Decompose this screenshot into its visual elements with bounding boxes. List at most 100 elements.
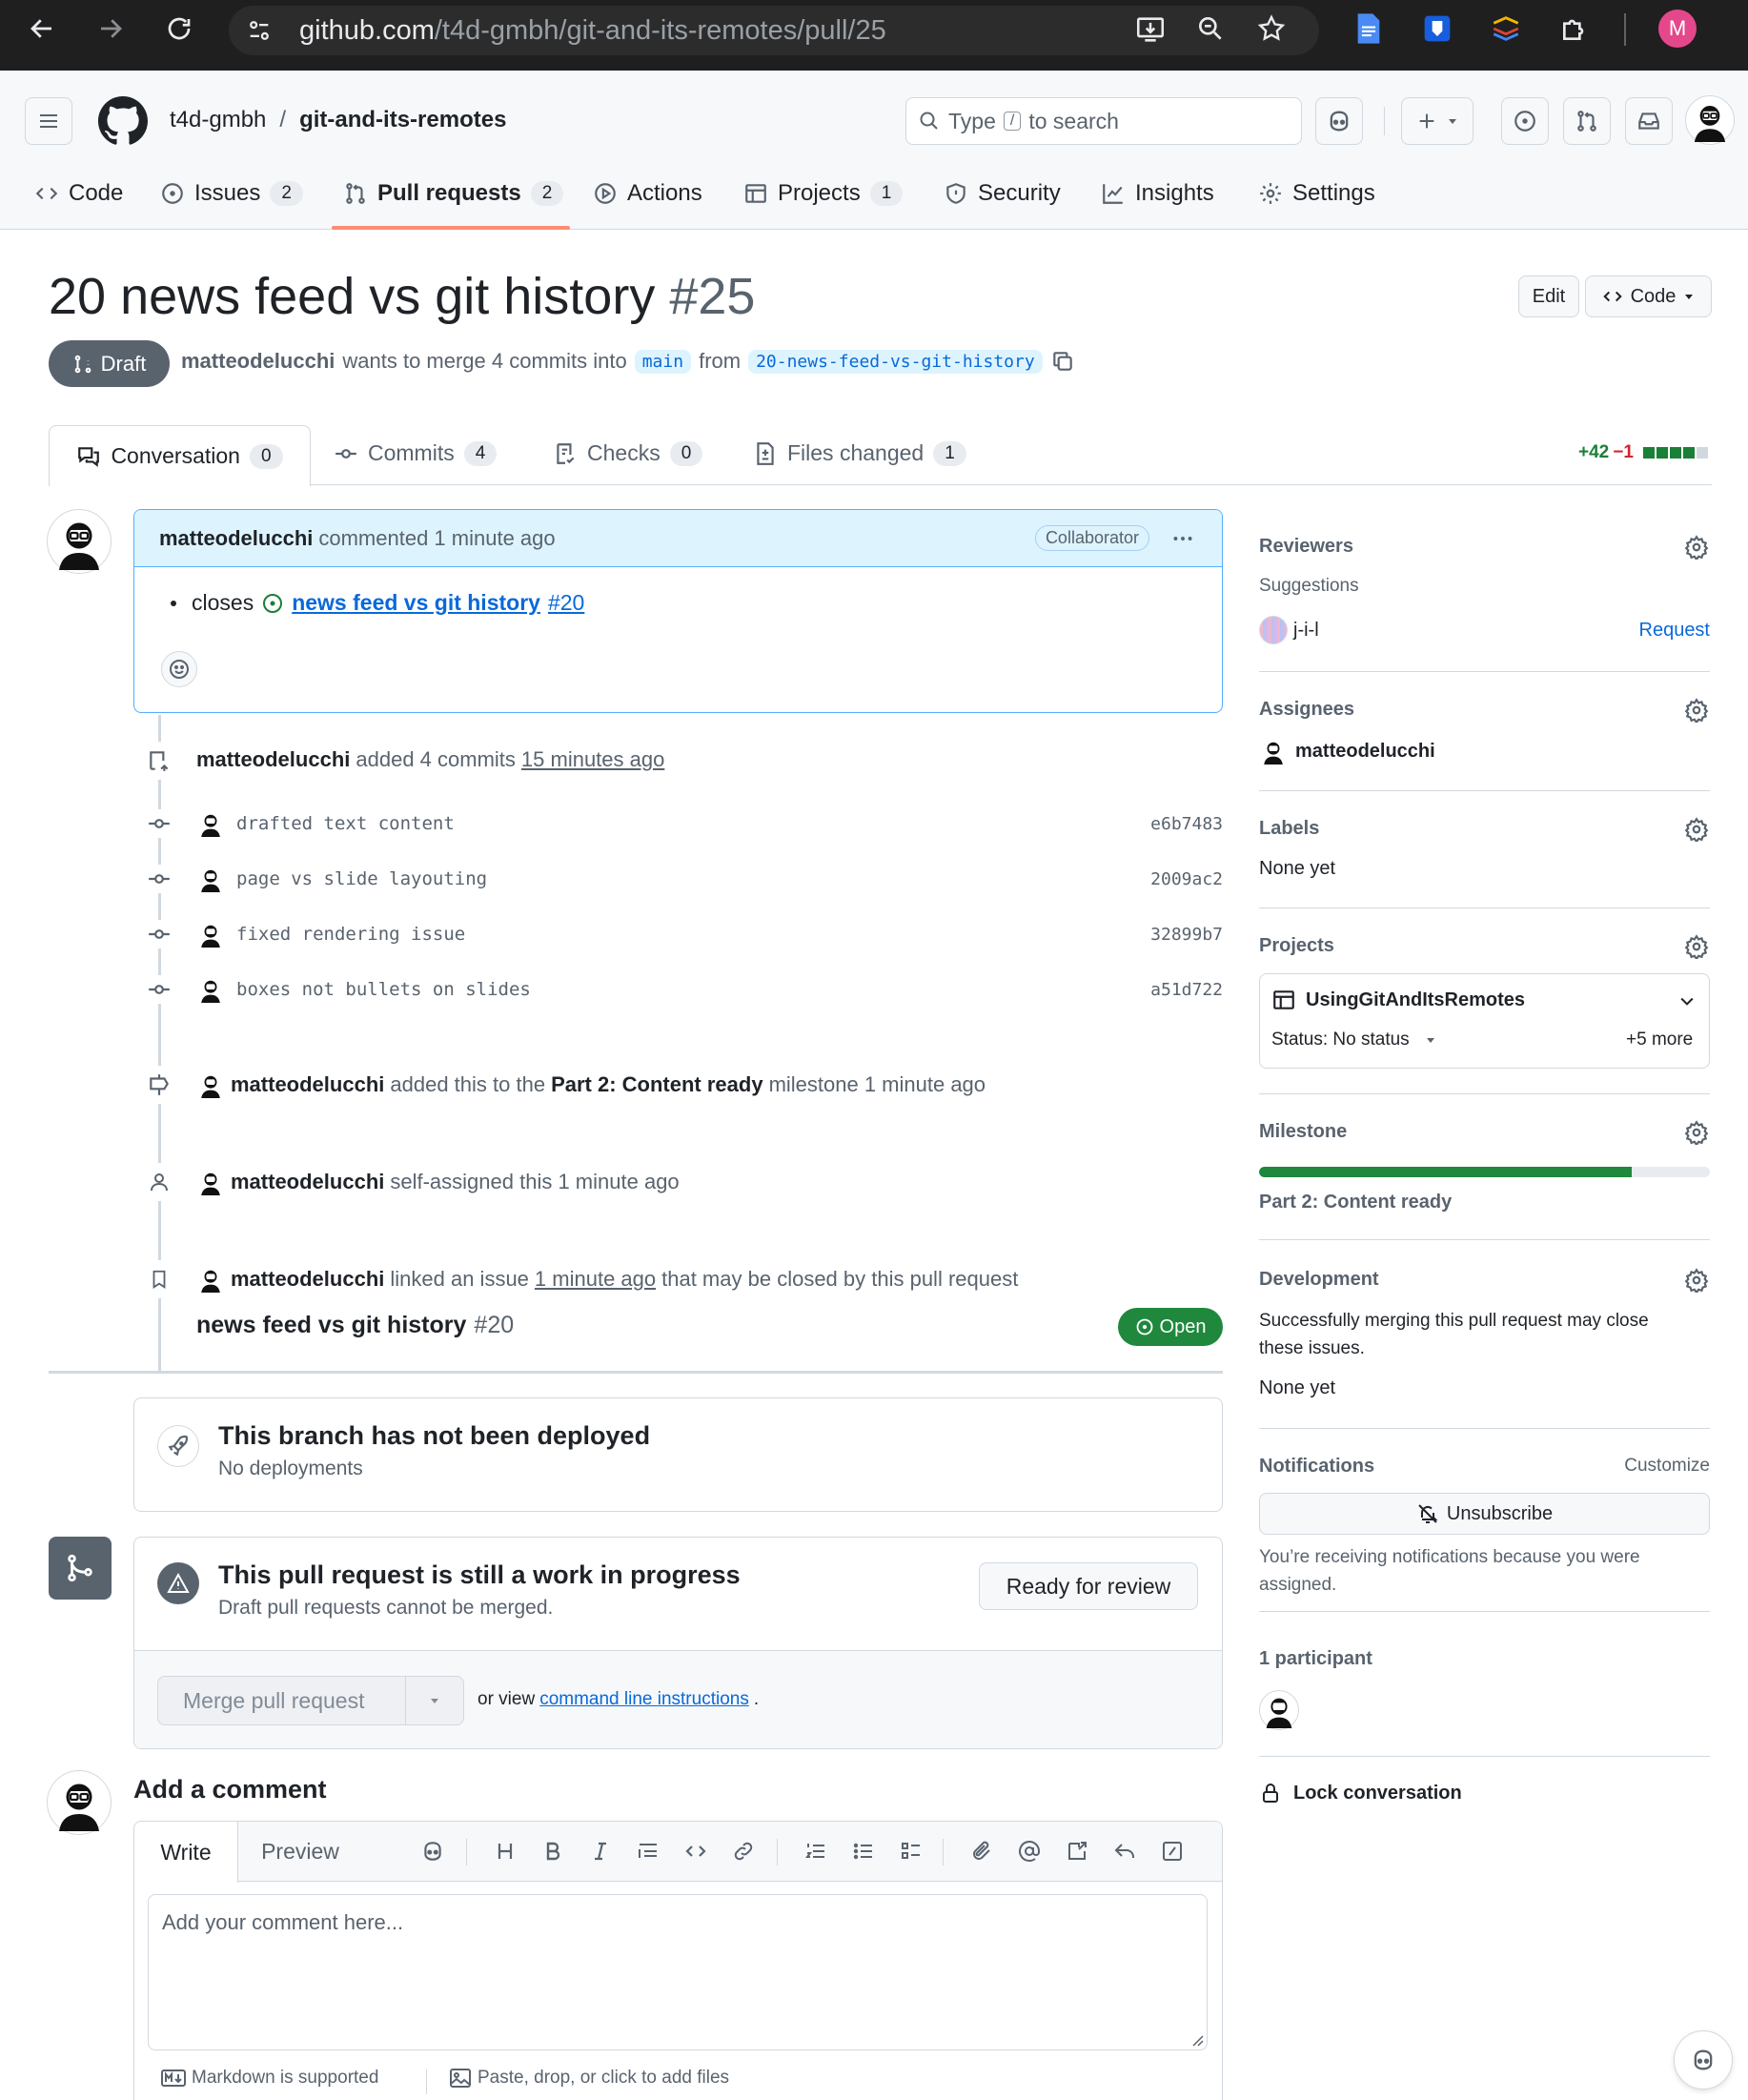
tab-security[interactable]: Security	[944, 164, 1061, 223]
linked-issue-title[interactable]: news feed vs git history	[292, 590, 540, 616]
bookmark-star-icon[interactable]	[1256, 13, 1287, 44]
user-avatar[interactable]	[1685, 95, 1735, 145]
gear-icon[interactable]	[1683, 933, 1710, 960]
commit-author-avatar[interactable]	[196, 920, 225, 948]
request-review-link[interactable]: Request	[1639, 620, 1711, 642]
owner-link[interactable]: t4d-gmbh	[170, 107, 266, 133]
event-avatar[interactable]	[196, 1168, 225, 1196]
preview-tab[interactable]: Preview	[238, 1822, 362, 1882]
tab-settings[interactable]: Settings	[1258, 164, 1375, 223]
inbox-icon[interactable]	[1625, 97, 1673, 145]
linked-issue-title[interactable]: news feed vs git history	[196, 1312, 466, 1339]
heading-icon[interactable]	[489, 1835, 521, 1867]
italic-icon[interactable]	[584, 1835, 617, 1867]
tab-code[interactable]: Code	[34, 164, 123, 223]
tab-commits[interactable]: Commits 4	[334, 440, 498, 466]
code-dropdown-button[interactable]: Code	[1585, 275, 1712, 317]
customize-link[interactable]: Customize	[1624, 1456, 1710, 1477]
copilot-icon[interactable]	[417, 1835, 449, 1867]
head-branch[interactable]: 20-news-feed-vs-git-history	[748, 349, 1043, 374]
tab-checks[interactable]: Checks 0	[553, 440, 703, 466]
tab-insights[interactable]: Insights	[1101, 164, 1214, 223]
install-app-icon[interactable]	[1134, 13, 1167, 46]
project-more-link[interactable]: +5 more	[1626, 1030, 1693, 1050]
docs-extension-icon[interactable]	[1352, 11, 1386, 46]
linked-issue[interactable]: news feed vs git history #20	[196, 1312, 514, 1339]
event-time-link[interactable]: 15 minutes ago	[521, 747, 664, 772]
forward-icon[interactable]	[90, 8, 132, 50]
lock-conversation-button[interactable]: Lock conversation	[1259, 1781, 1462, 1805]
copilot-chat-button[interactable]	[1674, 2030, 1733, 2090]
markdown-note[interactable]: Markdown is supported	[161, 2068, 378, 2089]
unsubscribe-button[interactable]: Unsubscribe	[1259, 1493, 1710, 1535]
commit-message[interactable]: fixed rendering issue	[236, 924, 465, 945]
colorful-extension-icon[interactable]	[1489, 11, 1523, 46]
tab-issues[interactable]: Issues 2	[160, 164, 303, 223]
issues-icon[interactable]	[1501, 97, 1549, 145]
tasklist-icon[interactable]	[895, 1835, 927, 1867]
tab-pull-requests[interactable]: Pull requests 2	[343, 164, 564, 223]
current-user-avatar[interactable]	[47, 1770, 112, 1835]
event-author-link[interactable]: matteodelucchi	[196, 747, 350, 772]
commit-author-avatar[interactable]	[196, 975, 225, 1004]
event-author-link[interactable]: matteodelucchi	[231, 1072, 384, 1097]
menu-hamburger-icon[interactable]	[25, 97, 72, 145]
commit-sha[interactable]: a51d722	[1150, 980, 1223, 1000]
commit-sha[interactable]: e6b7483	[1150, 814, 1223, 834]
unordered-list-icon[interactable]	[847, 1835, 880, 1867]
chevron-down-icon[interactable]	[1674, 988, 1700, 1014]
kebab-horizontal-icon[interactable]	[1169, 526, 1197, 551]
tab-actions[interactable]: Actions	[593, 164, 702, 223]
cross-reference-icon[interactable]	[1061, 1835, 1093, 1867]
reviewer-avatar[interactable]	[1259, 616, 1288, 644]
extensions-puzzle-icon[interactable]	[1557, 11, 1592, 46]
comment-textarea[interactable]: Add your comment here...	[148, 1894, 1208, 2050]
attach-files-note[interactable]: Paste, drop, or click to add files	[449, 2068, 729, 2089]
zoom-icon[interactable]	[1195, 13, 1226, 44]
code-icon[interactable]	[680, 1835, 712, 1867]
project-status-dropdown[interactable]: Status: No status	[1271, 1030, 1436, 1050]
copy-icon[interactable]	[1050, 349, 1075, 374]
pr-author-link[interactable]: matteodelucchi	[181, 349, 335, 374]
back-icon[interactable]	[21, 8, 63, 50]
edit-title-button[interactable]: Edit	[1518, 275, 1579, 317]
event-time-link[interactable]: 1 minute ago	[535, 1267, 656, 1292]
create-new-button[interactable]	[1401, 97, 1474, 145]
commit-message[interactable]: page vs slide layouting	[236, 868, 487, 889]
event-author-link[interactable]: matteodelucchi	[231, 1170, 384, 1194]
tab-files-changed[interactable]: Files changed 1	[753, 440, 966, 466]
comment-author-link[interactable]: matteodelucchi	[159, 526, 313, 551]
event-author-link[interactable]: matteodelucchi	[231, 1267, 384, 1292]
gear-icon[interactable]	[1683, 697, 1710, 724]
commit-message[interactable]: drafted text content	[236, 813, 455, 834]
smiley-icon[interactable]	[161, 651, 197, 687]
project-title[interactable]: UsingGitAndItsRemotes	[1271, 988, 1525, 1012]
copilot-icon[interactable]	[1315, 97, 1363, 145]
commit-author-avatar[interactable]	[196, 865, 225, 893]
tab-conversation[interactable]: Conversation 0	[49, 425, 311, 486]
merge-pull-request-button[interactable]: Merge pull request	[158, 1688, 405, 1714]
github-logo-icon[interactable]	[97, 95, 149, 147]
ready-for-review-button[interactable]: Ready for review	[979, 1562, 1198, 1610]
commit-sha[interactable]: 32899b7	[1150, 925, 1223, 945]
reload-icon[interactable]	[158, 8, 200, 50]
event-avatar[interactable]	[196, 1265, 225, 1294]
commit-sha[interactable]: 2009ac2	[1150, 869, 1223, 889]
event-avatar[interactable]	[196, 1070, 225, 1099]
tab-projects[interactable]: Projects 1	[743, 164, 904, 223]
mention-icon[interactable]	[1013, 1835, 1046, 1867]
link-icon[interactable]	[727, 1835, 760, 1867]
gear-icon[interactable]	[1683, 1119, 1710, 1146]
assignee-item[interactable]: matteodelucchi	[1259, 737, 1435, 765]
resize-handle-icon[interactable]	[1190, 2033, 1204, 2047]
repo-link[interactable]: git-and-its-remotes	[299, 107, 506, 133]
milestone-title-link[interactable]: Part 2: Content ready	[1259, 1192, 1452, 1213]
write-tab[interactable]: Write	[134, 1822, 238, 1883]
address-bar[interactable]: github.com/t4d-gmbh/git-and-its-remotes/…	[229, 6, 1319, 55]
gear-icon[interactable]	[1683, 816, 1710, 843]
reviewer-name[interactable]: j-i-l	[1293, 620, 1319, 642]
ordered-list-icon[interactable]	[800, 1835, 832, 1867]
triangle-down-icon[interactable]	[406, 1695, 463, 1706]
gear-icon[interactable]	[1683, 534, 1710, 561]
comment-author-avatar[interactable]	[47, 509, 112, 574]
